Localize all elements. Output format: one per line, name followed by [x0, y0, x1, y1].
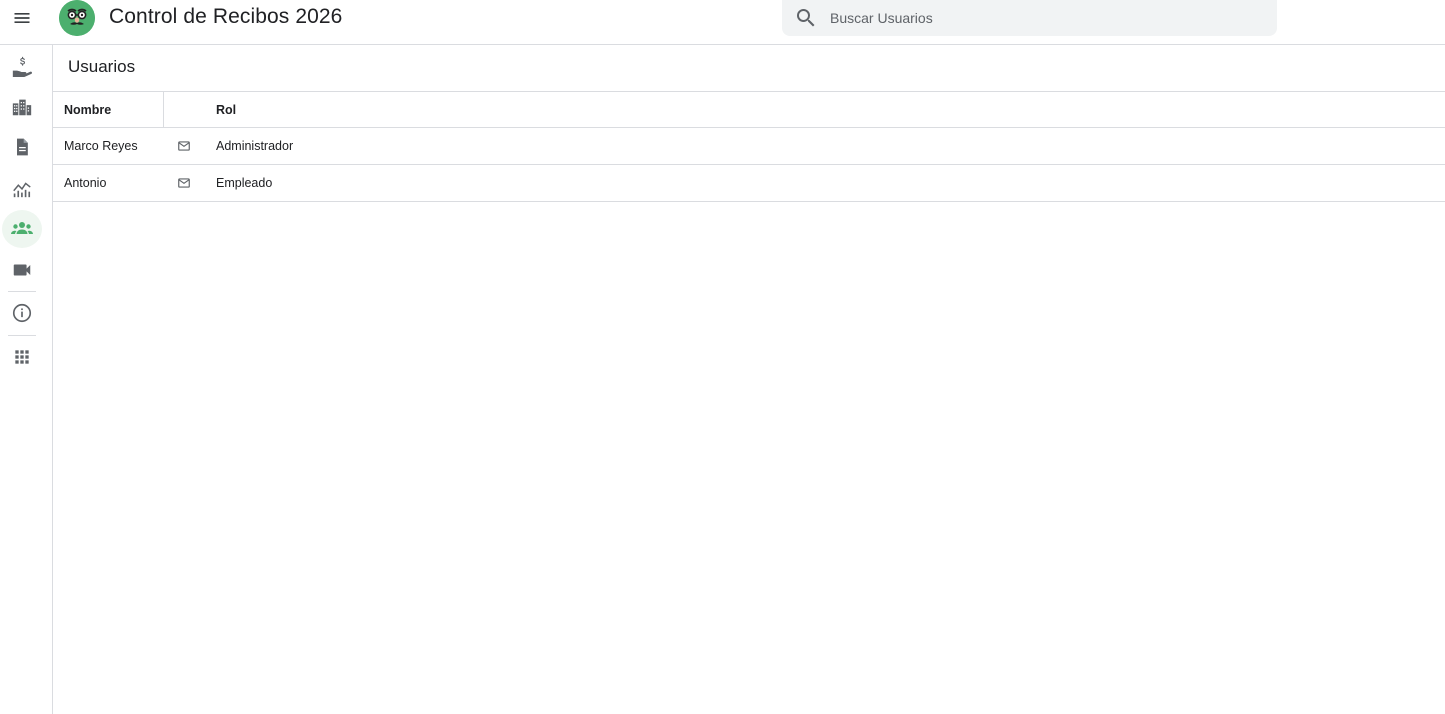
user-role: Empleado [216, 176, 273, 190]
sidebar-item-payments[interactable] [2, 47, 42, 85]
buildings-icon [12, 99, 32, 116]
table-row[interactable]: Marco Reyes Administrador [53, 128, 1445, 165]
sidebar-item-documents[interactable] [2, 128, 42, 166]
search-bar [782, 0, 1277, 36]
page-title: Usuarios [68, 57, 136, 76]
sidebar-item-buildings[interactable] [2, 88, 42, 126]
disguise-face-logo [59, 0, 95, 36]
menu-button[interactable] [6, 2, 38, 34]
video-camera-icon [13, 264, 31, 276]
mail-icon[interactable] [177, 139, 191, 153]
top-app-bar: Control de Recibos 2026 [0, 0, 1445, 45]
user-name: Marco Reyes [64, 139, 138, 153]
column-divider [163, 92, 164, 128]
sidebar-item-info[interactable] [2, 294, 42, 332]
analytics-chart-icon [13, 182, 31, 198]
sidebar-item-users[interactable] [2, 210, 42, 248]
group-icon [11, 222, 33, 234]
user-name: Antonio [64, 176, 107, 190]
sidebar-divider [8, 335, 36, 336]
sidebar-item-apps[interactable] [2, 338, 42, 376]
document-icon [17, 138, 28, 156]
sidebar-nav [0, 45, 53, 714]
search-icon[interactable] [794, 6, 818, 30]
column-header-name[interactable]: Nombre [64, 92, 111, 128]
user-role: Administrador [216, 139, 294, 153]
table-header-row: Nombre Rol [53, 91, 1445, 128]
column-header-role[interactable]: Rol [216, 92, 236, 128]
search-input[interactable] [830, 0, 1260, 36]
app-title: Control de Recibos 2026 [109, 5, 343, 28]
table-row[interactable]: Antonio Empleado [53, 165, 1445, 202]
apps-grid-icon [15, 350, 29, 364]
menu-icon [14, 13, 30, 23]
info-icon [12, 303, 32, 323]
users-table: Nombre Rol Marco Reyes Administrador Ant… [53, 91, 1445, 202]
sidebar-item-analytics[interactable] [2, 169, 42, 207]
app-logo [59, 0, 95, 36]
sidebar-divider [8, 291, 36, 292]
sidebar-item-video[interactable] [2, 251, 42, 289]
payment-hand-icon [12, 56, 33, 77]
mail-icon[interactable] [177, 176, 191, 190]
